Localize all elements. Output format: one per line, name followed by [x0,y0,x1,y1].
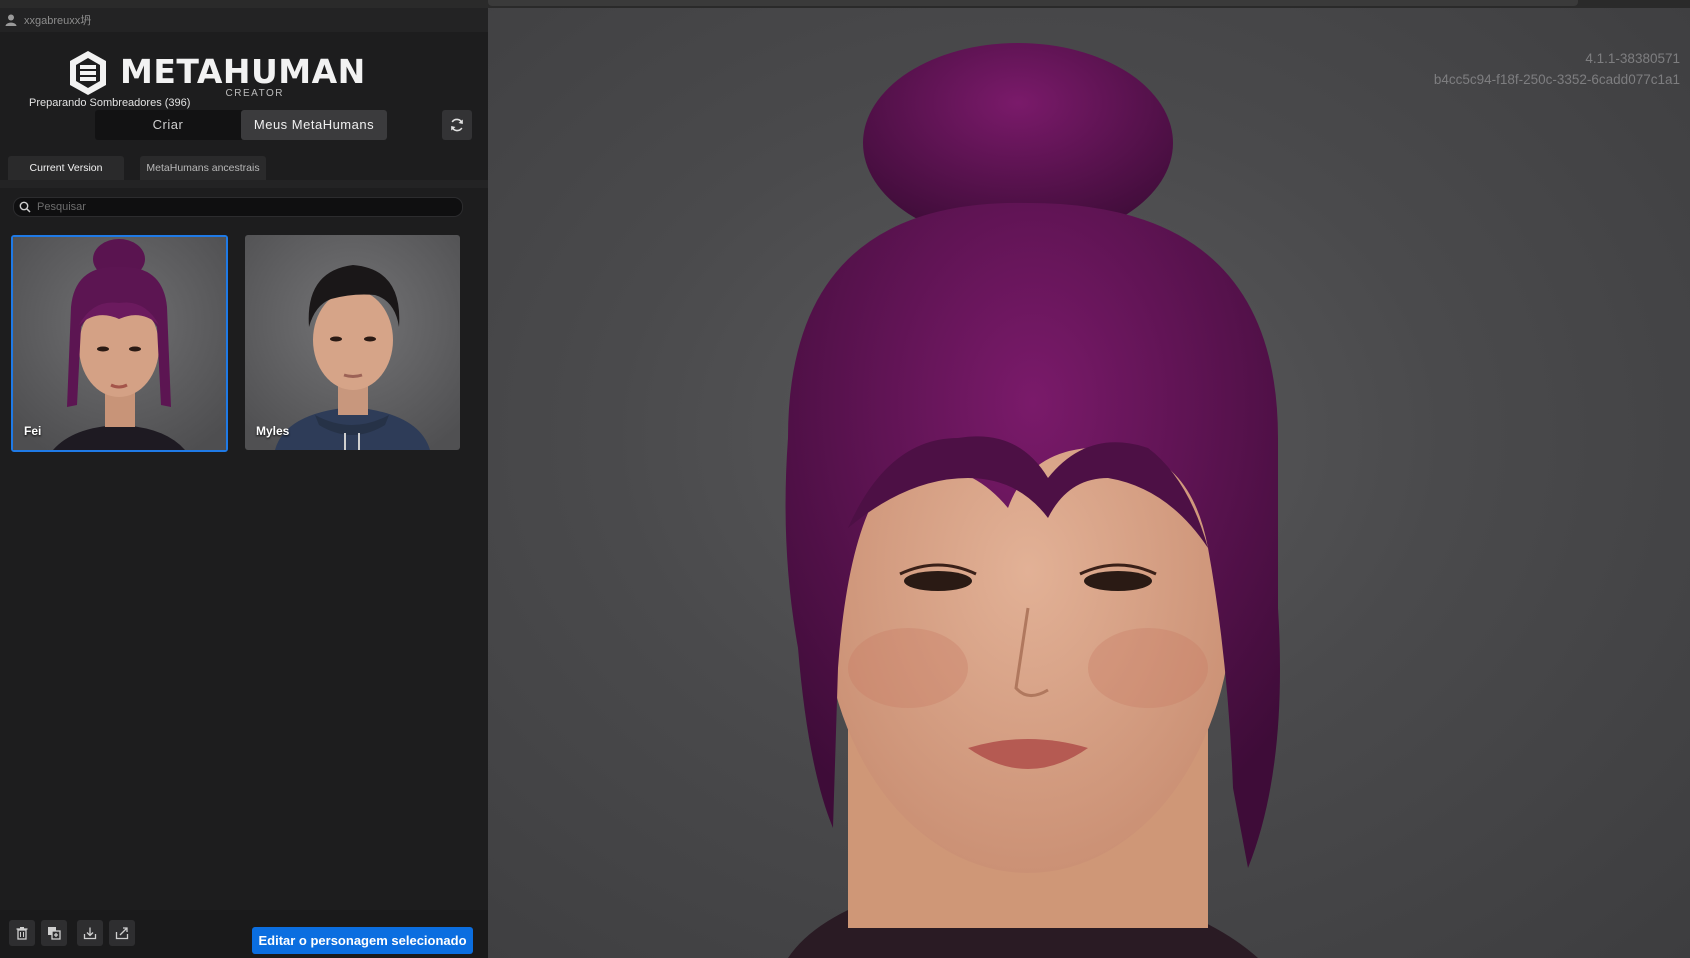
user-bar: xxgabreuxx坍 [0,8,488,32]
download-icon [83,927,97,940]
character-card-myles[interactable]: Myles [245,235,460,450]
search-input[interactable] [35,200,439,214]
mode-switch: Criar Meus MetaHumans [95,110,387,140]
left-panel: xxgabreuxx坍 METAHUMAN CREATOR Preparando… [0,8,488,958]
edit-selected-button[interactable]: Editar o personagem selecionado [252,927,473,954]
tab-current-version[interactable]: Current Version [8,156,124,180]
build-info: 4.1.1-38380571 b4cc5c94-f18f-250c-3352-6… [1434,48,1680,90]
character-card-fei[interactable]: Fei [11,235,228,452]
myles-thumbnail [245,235,460,450]
export-icon [115,927,129,940]
build-version: 4.1.1-38380571 [1585,51,1680,66]
metahuman-logo: METAHUMAN CREATOR [68,50,418,100]
user-icon [5,14,17,26]
character-name-fei: Fei [24,424,42,438]
fei-thumbnail [13,237,226,450]
delete-button[interactable] [9,920,35,946]
export-button[interactable] [109,920,135,946]
download-button[interactable] [77,920,103,946]
trash-icon [16,927,28,940]
viewport-top-bar [488,0,1578,6]
duplicate-button[interactable] [41,920,67,946]
tab-meus-metahumans[interactable]: Meus MetaHumans [241,110,387,140]
tab-criar[interactable]: Criar [95,110,241,140]
search-icon [19,201,31,213]
character-name-myles: Myles [256,424,290,438]
tab-metahumans-ancestrais[interactable]: MetaHumans ancestrais [140,156,266,180]
status-text: Preparando Sombreadores (396) [29,97,191,109]
character-portrait [785,43,1280,958]
viewport[interactable]: 4.1.1-38380571 b4cc5c94-f18f-250c-3352-6… [488,8,1690,958]
metahuman-logo-icon [70,51,106,95]
tab-underline [0,180,488,188]
refresh-icon [451,118,463,132]
user-name: xxgabreuxx坍 [24,15,92,27]
build-id: b4cc5c94-f18f-250c-3352-6cadd077c1a1 [1433,72,1680,87]
search-box [13,197,463,217]
refresh-button[interactable] [442,110,472,140]
duplicate-icon [48,927,61,940]
logo-wordmark: METAHUMAN [120,52,366,91]
